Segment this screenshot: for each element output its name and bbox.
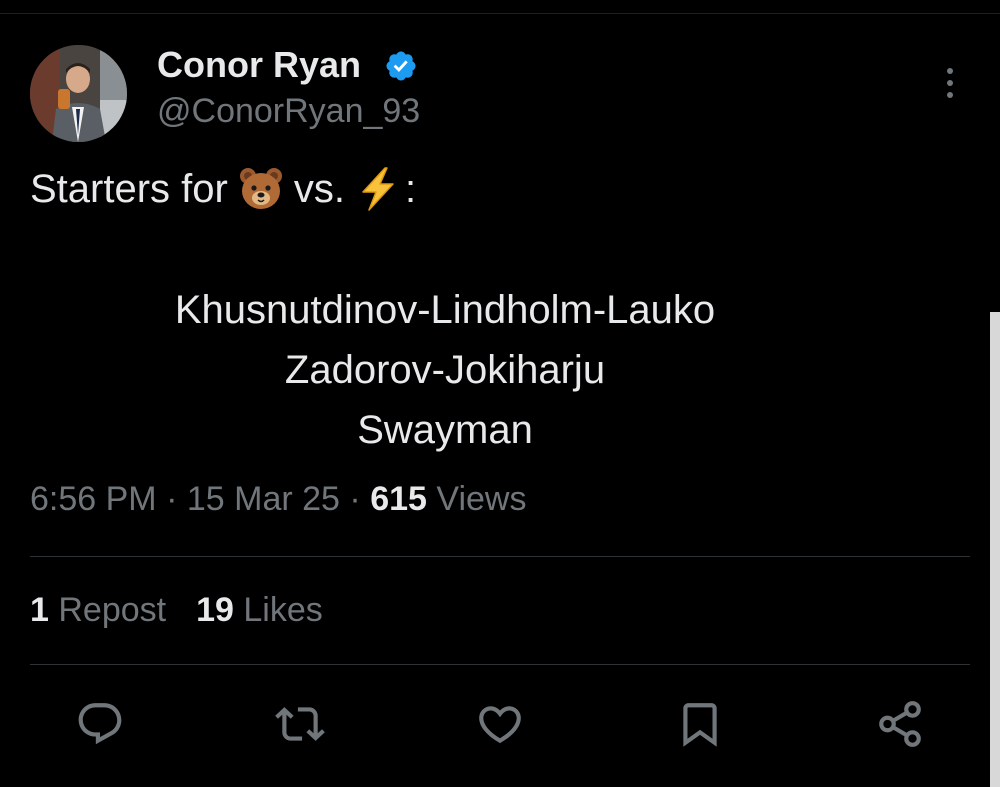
meta-separator: · xyxy=(349,480,361,518)
repost-icon[interactable] xyxy=(275,699,325,749)
lineup-goalie: Swayman xyxy=(357,408,533,452)
top-divider xyxy=(0,13,1000,14)
views-count: 615 xyxy=(370,480,427,518)
likes-label: Likes xyxy=(243,591,323,629)
tweet-intro: Starters for vs. : xyxy=(30,166,416,212)
lineup-defense: Zadorov-Jokiharju xyxy=(284,348,606,392)
divider xyxy=(30,556,970,557)
lightning-emoji-icon xyxy=(355,166,401,212)
likes-count: 19 xyxy=(196,591,234,629)
scrollbar[interactable] xyxy=(990,312,1000,787)
bear-emoji-icon xyxy=(238,166,284,212)
bookmark-icon[interactable] xyxy=(675,699,725,749)
like-icon[interactable] xyxy=(475,699,525,749)
meta-separator: · xyxy=(166,480,178,518)
reposts-link[interactable]: 1 Repost xyxy=(30,591,166,629)
tweet-date[interactable]: 15 Mar 25 xyxy=(187,480,340,518)
display-name[interactable]: Conor Ryan xyxy=(157,44,361,86)
verified-badge-icon xyxy=(384,49,418,83)
tweet-intro-text: Starters for xyxy=(30,166,228,211)
reposts-count: 1 xyxy=(30,591,49,629)
tweet-time[interactable]: 6:56 PM xyxy=(30,480,157,518)
more-options-icon[interactable] xyxy=(938,65,962,101)
author-handle[interactable]: @ConorRyan_93 xyxy=(157,92,420,131)
avatar[interactable] xyxy=(30,45,127,142)
engagement-stats: 1 Repost 19 Likes xyxy=(30,591,323,630)
tweet-meta: 6:56 PM · 15 Mar 25 · 615 Views xyxy=(30,480,526,519)
likes-link[interactable]: 19 Likes xyxy=(196,591,323,629)
reposts-label: Repost xyxy=(58,591,167,629)
views-label: Views xyxy=(436,480,527,518)
tweet-intro-colon: : xyxy=(404,166,417,211)
share-icon[interactable] xyxy=(875,699,925,749)
divider xyxy=(30,664,970,665)
tweet-intro-vs: vs. xyxy=(293,166,345,211)
reply-icon[interactable] xyxy=(75,699,125,749)
lineup-forwards: Khusnutdinov-Lindholm-Lauko xyxy=(174,288,716,332)
